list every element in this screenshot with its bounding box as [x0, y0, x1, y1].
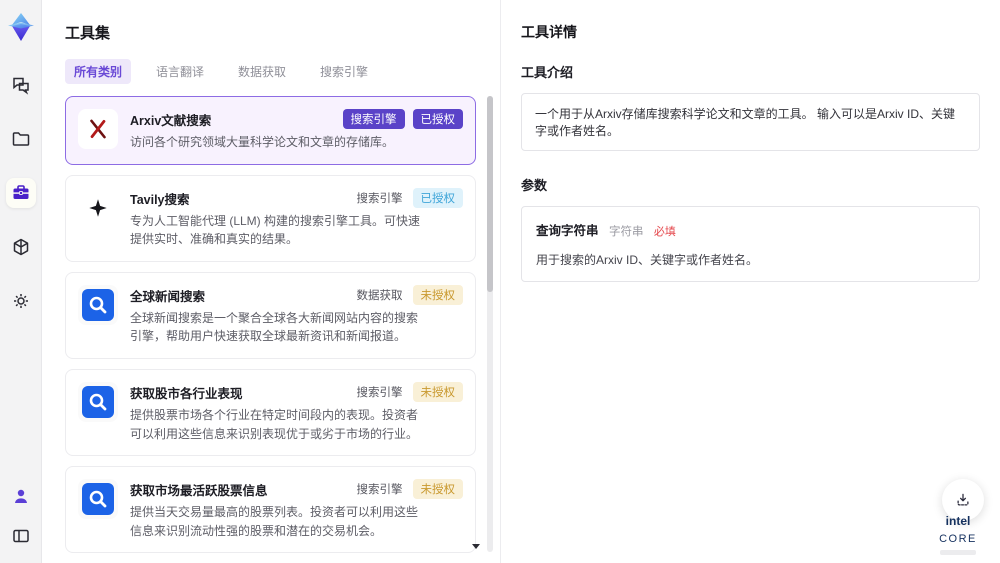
- brand-underline: [940, 550, 976, 555]
- tool-card[interactable]: 获取市场最活跃股票信息 搜索引擎 未授权 提供当天交易量最高的股票列表。投资者可…: [65, 466, 476, 554]
- settings-icon[interactable]: [6, 286, 36, 316]
- toolbox-icon[interactable]: [5, 178, 36, 208]
- tool-icon: [78, 284, 118, 325]
- auth-badge: 未授权: [412, 381, 463, 402]
- toolset-panel: 工具集 所有类别 语言翻译 数据获取 搜索引擎 Arxiv文献搜索 搜索引擎 已…: [42, 0, 500, 563]
- param-name: 查询字符串: [536, 224, 599, 238]
- tool-head: Tavily搜索 搜索引擎 已授权: [130, 187, 463, 208]
- scrollbar-thumb[interactable]: [487, 96, 493, 292]
- brand-core: CORE: [939, 533, 977, 546]
- brand-intel: intel: [945, 513, 971, 528]
- cube-icon[interactable]: [6, 232, 36, 262]
- tool-description: 专为人工智能代理 (LLM) 构建的搜索引擎工具。可快速提供实时、准确和真实的结…: [130, 213, 421, 247]
- tool-description: 全球新闻搜索是一个聚合全球各大新闻网站内容的搜索引擎，帮助用户快速获取全球最新资…: [130, 310, 419, 344]
- tool-name: Arxiv文献搜索: [130, 114, 212, 128]
- param-description: 用于搜索的Arxiv ID、关键字或作者姓名。: [536, 253, 759, 267]
- app-window: 工具集 所有类别 语言翻译 数据获取 搜索引擎 Arxiv文献搜索 搜索引擎 已…: [0, 0, 1000, 563]
- page-title: 工具集: [65, 25, 111, 42]
- tool-card[interactable]: Arxiv文献搜索 搜索引擎 已授权 访问各个研究领域大量科学论文和文章的存储库…: [65, 96, 476, 165]
- tool-description: 提供股票市场各个行业在特定时间段内的表现。投资者可以利用这些信息来识别表现优于或…: [130, 407, 419, 441]
- params-heading: 参数: [521, 178, 548, 193]
- param-type: 字符串: [608, 226, 644, 238]
- tool-body: 获取股市各行业表现 搜索引擎 未授权 提供股票市场各个行业在特定时间段内的表现。…: [130, 381, 463, 443]
- chat-icon[interactable]: [6, 70, 36, 100]
- category-badge: 搜索引擎: [356, 192, 403, 205]
- intro-heading: 工具介绍: [521, 65, 574, 80]
- tool-head: 获取股市各行业表现 搜索引擎 未授权: [130, 381, 463, 402]
- tool-icon: [78, 109, 118, 149]
- tool-name: Tavily搜索: [130, 192, 190, 207]
- app-logo[interactable]: [4, 10, 38, 44]
- intro-box: 一个用于从Arxiv存储库搜索科学论文和文章的工具。 输入可以是Arxiv ID…: [521, 93, 980, 151]
- panel-toggle-icon[interactable]: [6, 521, 36, 551]
- category-tab[interactable]: 语言翻译: [147, 59, 213, 84]
- tool-head: 全球新闻搜索 数据获取 未授权: [130, 284, 463, 305]
- tool-body: Arxiv文献搜索 搜索引擎 已授权 访问各个研究领域大量科学论文和文章的存储库…: [130, 109, 463, 152]
- auth-badge: 未授权: [412, 284, 463, 305]
- user-icon[interactable]: [6, 481, 36, 511]
- category-tab[interactable]: 数据获取: [229, 59, 295, 84]
- tool-description: 提供当天交易量最高的股票列表。投资者可以利用这些信息来识别流动性强的股票和潜在的…: [130, 505, 419, 538]
- tool-icon: [78, 381, 118, 422]
- tool-card[interactable]: 全球新闻搜索 数据获取 未授权 全球新闻搜索是一个聚合全球各大新闻网站内容的搜索…: [65, 271, 476, 359]
- param-header: 查询字符串 字符串 必填: [536, 220, 965, 240]
- tool-name: 获取市场最活跃股票信息: [130, 484, 268, 499]
- tool-body: 获取市场最活跃股票信息 搜索引擎 未授权 提供当天交易量最高的股票列表。投资者可…: [130, 479, 463, 540]
- auth-badge: 未授权: [412, 479, 463, 500]
- rail-nav: [5, 70, 36, 316]
- param-required-flag: 必填: [653, 226, 676, 238]
- folder-icon[interactable]: [6, 124, 36, 154]
- tool-icon: [78, 479, 118, 520]
- tool-icon: [78, 187, 118, 228]
- left-rail: [0, 0, 42, 563]
- category-badge: 搜索引擎: [356, 484, 403, 497]
- param-box: 查询字符串 字符串 必填 用于搜索的Arxiv ID、关键字或作者姓名。: [521, 206, 980, 282]
- tool-head: 获取市场最活跃股票信息 搜索引擎 未授权: [130, 479, 463, 500]
- detail-title: 工具详情: [521, 24, 577, 40]
- intel-core-logo: intel CORE: [930, 512, 986, 555]
- scrollbar-track[interactable]: [487, 96, 493, 552]
- tool-description: 访问各个研究领域大量科学论文和文章的存储库。: [130, 135, 395, 149]
- category-tab[interactable]: 所有类别: [65, 59, 132, 84]
- tool-head: Arxiv文献搜索 搜索引擎 已授权: [130, 109, 463, 129]
- scroll-down-indicator: [472, 544, 480, 549]
- tool-body: Tavily搜索 搜索引擎 已授权 专为人工智能代理 (LLM) 构建的搜索引擎…: [130, 187, 463, 249]
- category-badge: 数据获取: [356, 289, 403, 302]
- auth-badge: 已授权: [412, 109, 463, 129]
- tool-body: 全球新闻搜索 数据获取 未授权 全球新闻搜索是一个聚合全球各大新闻网站内容的搜索…: [130, 284, 463, 346]
- tool-card[interactable]: 获取股市各行业表现 搜索引擎 未授权 提供股票市场各个行业在特定时间段内的表现。…: [65, 368, 476, 457]
- tool-detail-panel: 工具详情 工具介绍 一个用于从Arxiv存储库搜索科学论文和文章的工具。 输入可…: [500, 0, 1000, 563]
- category-badge: 搜索引擎: [342, 109, 405, 129]
- tool-card[interactable]: Tavily搜索 搜索引擎 已授权 专为人工智能代理 (LLM) 构建的搜索引擎…: [65, 174, 476, 262]
- category-badge: 搜索引擎: [356, 386, 403, 399]
- tool-name: 获取股市各行业表现: [130, 386, 243, 401]
- category-tabs: 所有类别 语言翻译 数据获取 搜索引擎: [65, 59, 500, 84]
- auth-badge: 已授权: [412, 187, 463, 208]
- rail-bottom: [6, 481, 36, 563]
- tool-list: Arxiv文献搜索 搜索引擎 已授权 访问各个研究领域大量科学论文和文章的存储库…: [65, 96, 500, 563]
- tool-name: 全球新闻搜索: [130, 289, 206, 304]
- category-tab[interactable]: 搜索引擎: [311, 59, 377, 84]
